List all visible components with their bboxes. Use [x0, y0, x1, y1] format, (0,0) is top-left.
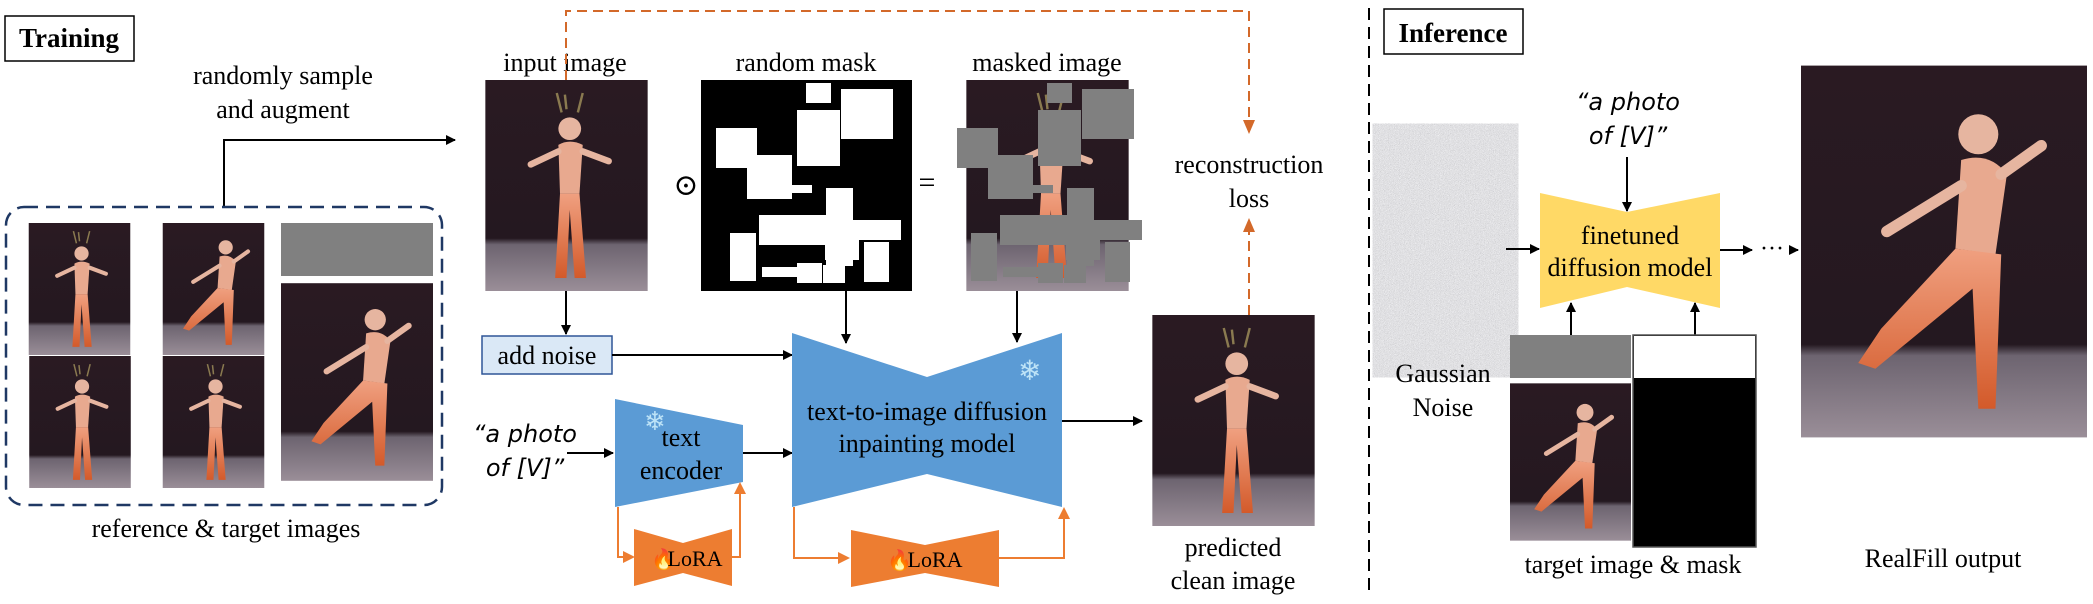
sample-arrow — [223, 135, 456, 207]
svg-text:add noise: add noise — [498, 341, 597, 370]
model-lora-in-arrow — [793, 507, 850, 564]
text-encoder-block: ❄ text encoder — [615, 399, 743, 507]
ellipsis: ··· — [1760, 236, 1784, 262]
equals-operator: = — [919, 166, 936, 199]
inference-target-image — [1510, 335, 1631, 541]
add-noise-box: add noise — [481, 335, 613, 375]
output-caption: RealFill output — [1865, 544, 2023, 573]
training-prompt-line1: “a photo — [473, 420, 577, 448]
inference-mask-image — [1632, 334, 1757, 548]
diffusion-inpainting-model: ❄ text-to-image diffusion inpainting mod… — [792, 333, 1062, 507]
svg-text:text-to-image diffusion: text-to-image diffusion — [807, 397, 1047, 426]
masked-image-label: masked image — [972, 48, 1121, 77]
svg-text:inpainting model: inpainting model — [839, 429, 1016, 458]
loss-label-line2: loss — [1229, 184, 1269, 213]
loss-label-line1: reconstruction — [1175, 150, 1324, 179]
sample-caption-line2: and augment — [216, 95, 350, 124]
predicted-caption-line2: clean image — [1171, 566, 1296, 595]
inference-section-label: Inference — [1383, 8, 1524, 55]
predicted-caption-line1: predicted — [1185, 533, 1282, 562]
random-mask-image — [701, 80, 912, 291]
svg-text:LoRA: LoRA — [908, 547, 963, 572]
gaussian-noise-image — [1385, 145, 1506, 356]
noise-caption-line2: Noise — [1413, 393, 1474, 422]
reference-caption: reference & target images — [92, 514, 361, 543]
noise-caption-line1: Gaussian — [1395, 359, 1490, 388]
inference-prompt-line1: “a photo — [1576, 88, 1680, 116]
svg-text:Inference: Inference — [1399, 18, 1508, 48]
encoder-lora-out-arrow — [732, 482, 746, 558]
finetuned-diffusion-model: finetuned diffusion model — [1540, 193, 1720, 308]
inference-prompt-line2: of [V]” — [1589, 122, 1668, 150]
random-mask-label: random mask — [736, 48, 877, 77]
encoder-lora-block: 🔥 LoRA — [634, 529, 732, 586]
reference-image-3 — [29, 356, 131, 488]
target-caption: target image & mask — [1525, 550, 1742, 579]
reference-image-2 — [163, 223, 265, 355]
svg-text:diffusion model: diffusion model — [1548, 253, 1713, 282]
svg-text:finetuned: finetuned — [1581, 221, 1679, 250]
reference-image-4 — [163, 356, 265, 488]
training-section-label: Training — [4, 15, 135, 62]
model-lora-block: 🔥 LoRA — [851, 530, 999, 587]
reference-image-1 — [29, 223, 131, 355]
realfill-diagram: Training randomly sample and augment ref… — [4, 8, 2093, 595]
training-prompt-line2: of [V]” — [486, 454, 565, 482]
snowflake-icon: ❄ — [1018, 356, 1041, 387]
hadamard-operator: ⊙ — [673, 169, 698, 202]
input-image — [485, 80, 647, 291]
svg-text:text: text — [662, 423, 702, 452]
svg-text:LoRA: LoRA — [668, 546, 723, 571]
realfill-output-image — [1801, 66, 2087, 438]
svg-text:Training: Training — [19, 23, 120, 53]
predicted-clean-image — [1152, 315, 1314, 526]
encoder-lora-in-arrow — [617, 507, 635, 563]
sample-caption-line1: randomly sample — [193, 61, 373, 90]
masked-image — [957, 80, 1142, 291]
model-lora-out-arrow — [999, 507, 1070, 559]
svg-text:encoder: encoder — [640, 456, 723, 485]
target-image — [281, 223, 433, 481]
